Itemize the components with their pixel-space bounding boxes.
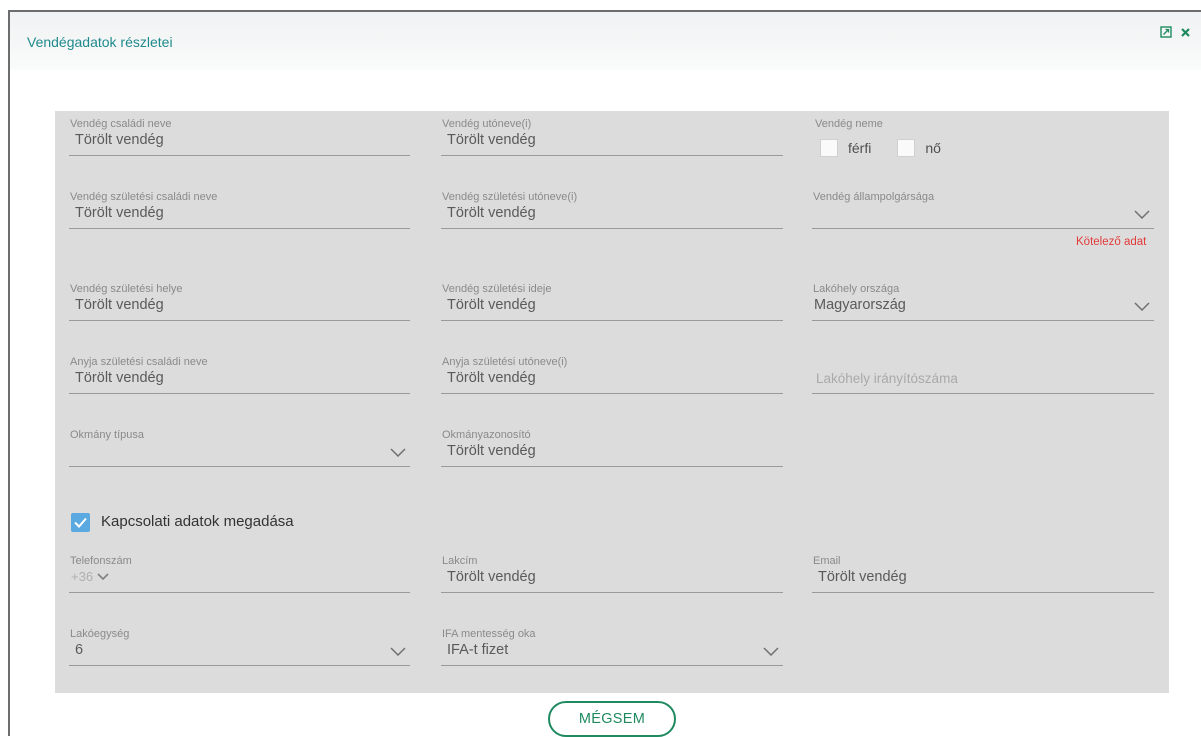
cancel-button[interactable]: MÉGSEM	[548, 701, 676, 737]
vat-reason-select[interactable]: IFA mentesség oka IFA-t fizet	[441, 628, 783, 668]
contact-checkbox[interactable]	[71, 513, 90, 532]
field-underline	[441, 466, 783, 467]
field-underline	[441, 155, 783, 156]
residence-country-value: Magyarország	[814, 297, 906, 313]
field-underline	[69, 393, 410, 394]
residence-zip-input[interactable]: Lakóhely irányítószáma	[812, 356, 1154, 396]
birth-date-label: Vendég születési ideje	[442, 283, 552, 295]
mother-family-name-label: Anyja születési családi neve	[70, 356, 208, 368]
chevron-down-icon	[390, 647, 406, 656]
email-value: Törölt vendég	[818, 569, 907, 585]
birth-family-name-value: Törölt vendég	[75, 205, 164, 221]
field-underline	[69, 592, 410, 593]
field-underline	[812, 320, 1154, 321]
expand-icon[interactable]	[1160, 26, 1172, 41]
field-underline	[812, 592, 1154, 593]
field-underline	[441, 665, 783, 666]
address-value: Törölt vendég	[447, 569, 536, 585]
form-panel: Vendég családi neve Törölt vendég Vendég…	[55, 111, 1169, 693]
family-name-field[interactable]: Vendég családi neve Törölt vendég	[69, 118, 410, 158]
mother-family-name-field[interactable]: Anyja születési családi neve Törölt vend…	[69, 356, 410, 396]
birth-given-name-label: Vendég születési utóneve(i)	[442, 191, 578, 203]
mother-given-name-label: Anyja születési utóneve(i)	[442, 356, 568, 368]
residence-country-label: Lakóhely országa	[813, 283, 900, 295]
address-field[interactable]: Lakcím Törölt vendég	[441, 555, 783, 595]
email-field[interactable]: Email Törölt vendég	[812, 555, 1154, 595]
given-name-label: Vendég utóneve(i)	[442, 118, 532, 130]
mother-given-name-field[interactable]: Anyja születési utóneve(i) Törölt vendég	[441, 356, 783, 396]
phone-field[interactable]: Telefonszám +36	[69, 555, 410, 595]
unit-label: Lakóegység	[70, 628, 130, 640]
field-underline	[812, 228, 1154, 229]
gender-options: férfi nő	[820, 139, 967, 157]
birth-family-name-field[interactable]: Vendég születési családi neve Törölt ven…	[69, 191, 410, 231]
field-underline	[441, 592, 783, 593]
family-name-value: Törölt vendég	[75, 132, 164, 148]
vat-reason-value: IFA-t fizet	[447, 642, 509, 658]
field-underline	[69, 155, 410, 156]
doc-id-label: Okmányazonosító	[442, 429, 531, 441]
field-underline	[441, 320, 783, 321]
birth-place-value: Törölt vendég	[75, 297, 164, 313]
given-name-field[interactable]: Vendég utóneve(i) Törölt vendég	[441, 118, 783, 158]
phone-code-select[interactable]: +36	[71, 569, 109, 584]
citizenship-select[interactable]: Vendég állampolgársága	[812, 191, 1154, 231]
field-underline	[69, 320, 410, 321]
mother-family-name-value: Törölt vendég	[75, 370, 164, 386]
chevron-down-icon	[1134, 302, 1150, 311]
birth-date-value: Törölt vendég	[447, 297, 536, 313]
chevron-down-icon	[390, 448, 406, 457]
chevron-down-icon	[1134, 210, 1150, 219]
phone-code-value: +36	[71, 569, 94, 584]
field-underline	[69, 228, 410, 229]
close-icon[interactable]	[1180, 26, 1191, 41]
family-name-label: Vendég családi neve	[70, 118, 172, 130]
birth-date-field[interactable]: Vendég születési ideje Törölt vendég	[441, 283, 783, 323]
gender-male-checkbox[interactable]	[820, 139, 838, 157]
residence-country-select[interactable]: Lakóhely országa Magyarország	[812, 283, 1154, 323]
field-underline	[812, 393, 1154, 394]
doc-type-select[interactable]: Okmány típusa	[69, 429, 410, 469]
dialog-title: Vendégadatok részletei	[27, 34, 173, 50]
chevron-down-icon	[763, 647, 779, 656]
field-underline	[441, 228, 783, 229]
doc-id-field[interactable]: Okmányazonosító Törölt vendég	[441, 429, 783, 469]
email-label: Email	[813, 555, 841, 567]
gender-female-label: nő	[925, 140, 941, 156]
doc-id-value: Törölt vendég	[447, 443, 536, 459]
given-name-value: Törölt vendég	[447, 132, 536, 148]
birth-place-field[interactable]: Vendég születési helye Törölt vendég	[69, 283, 410, 323]
birth-given-name-value: Törölt vendég	[447, 205, 536, 221]
vat-reason-label: IFA mentesség oka	[442, 628, 536, 640]
field-underline	[69, 466, 410, 467]
birth-family-name-label: Vendég születési családi neve	[70, 191, 218, 203]
address-label: Lakcím	[442, 555, 478, 567]
checkmark-icon	[74, 517, 87, 528]
window-left-border	[8, 10, 10, 736]
unit-select[interactable]: Lakóegység 6	[69, 628, 410, 668]
citizenship-error: Kötelező adat	[1076, 236, 1147, 248]
contact-checkbox-label: Kapcsolati adatok megadása	[101, 513, 294, 530]
mother-given-name-value: Törölt vendég	[447, 370, 536, 386]
unit-value: 6	[75, 642, 84, 658]
residence-zip-placeholder: Lakóhely irányítószáma	[816, 371, 958, 386]
phone-label: Telefonszám	[70, 555, 132, 567]
birth-place-label: Vendég születési helye	[70, 283, 183, 295]
dialog-header: Vendégadatok részletei	[10, 12, 1201, 70]
citizenship-label: Vendég állampolgársága	[813, 191, 935, 203]
gender-female-checkbox[interactable]	[897, 139, 916, 157]
gender-male-label: férfi	[848, 140, 872, 156]
doc-type-label: Okmány típusa	[70, 429, 144, 441]
chevron-down-icon	[97, 572, 109, 580]
birth-given-name-field[interactable]: Vendég születési utóneve(i) Törölt vendé…	[441, 191, 783, 231]
field-underline	[69, 665, 410, 666]
header-icons	[1160, 26, 1191, 41]
gender-label: Vendég neme	[815, 118, 883, 130]
field-underline	[441, 393, 783, 394]
